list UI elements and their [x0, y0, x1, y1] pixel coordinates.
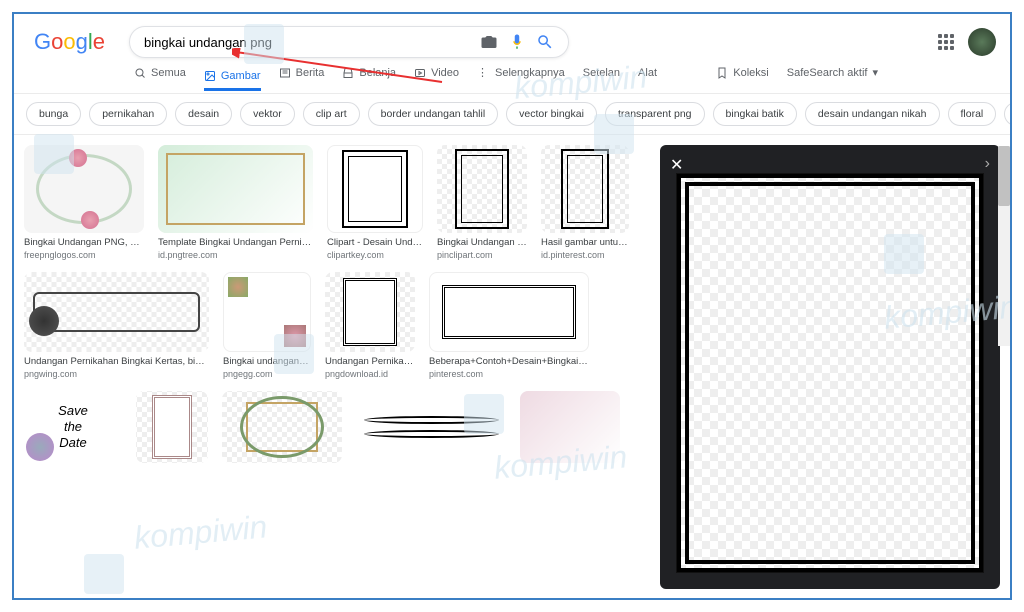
filter-chip[interactable]: pernikahan: [89, 102, 167, 126]
result-card[interactable]: Bingkai undangan pernika... pngegg.com: [223, 272, 311, 379]
collections-link[interactable]: Koleksi: [716, 67, 768, 85]
result-title: Undangan Pernikahan, Perb...: [325, 356, 415, 367]
tab-more[interactable]: ⋮Selengkapnya: [477, 66, 565, 85]
result-source: pngwing.com: [24, 369, 209, 379]
result-title: Bingkai Undangan Vector C...: [437, 237, 527, 248]
result-source: pinterest.com: [429, 369, 589, 379]
result-card[interactable]: Undangan Pernikahan, Perb... pngdownload…: [325, 272, 415, 379]
search-icon[interactable]: [536, 33, 554, 51]
filter-chip[interactable]: border undangan tahlil: [368, 102, 499, 126]
result-title: Clipart - Desain Undangan Png ...: [327, 237, 423, 248]
tab-images[interactable]: Gambar: [204, 70, 261, 91]
result-source: pinclipart.com: [437, 250, 527, 260]
filter-chip[interactable]: bunga: [26, 102, 81, 126]
result-card[interactable]: [136, 391, 208, 467]
result-card[interactable]: Undangan Pernikahan Bingkai Kertas, bing…: [24, 272, 209, 379]
result-card[interactable]: [356, 391, 506, 467]
tab-news[interactable]: Berita: [279, 67, 325, 85]
next-icon[interactable]: ›: [985, 155, 990, 173]
tab-shopping[interactable]: Belanja: [342, 67, 396, 85]
result-title: Bingkai undangan pernika...: [223, 356, 311, 367]
result-card[interactable]: [222, 391, 342, 467]
result-title: Beberapa+Contoh+Desain+Bingkai+Undangan+…: [429, 356, 589, 367]
chevron-down-icon: ▾: [872, 66, 878, 79]
google-logo[interactable]: Google: [34, 29, 105, 55]
filter-chip[interactable]: vektor: [240, 102, 295, 126]
filter-chip[interactable]: clip art: [303, 102, 360, 126]
filter-chip[interactable]: floral: [948, 102, 997, 126]
result-title: Bingkai Undangan PNG, Gambar Bo...: [24, 237, 144, 248]
safesearch-toggle[interactable]: SafeSearch aktif▾: [787, 66, 878, 85]
filter-chip-row: bunga pernikahan desain vektor clip art …: [14, 94, 1010, 135]
tab-video[interactable]: Video: [414, 67, 459, 85]
filter-chip[interactable]: undangan walimatul: [1004, 102, 1010, 126]
preview-image[interactable]: [676, 173, 984, 573]
result-title: Template Bingkai Undangan Pernikahan, ..…: [158, 237, 313, 248]
filter-chip[interactable]: vector bingkai: [506, 102, 597, 126]
result-title: Undangan Pernikahan Bingkai Kertas, bing…: [24, 356, 209, 367]
search-bar[interactable]: [129, 26, 569, 58]
filter-chip[interactable]: desain: [175, 102, 232, 126]
apps-icon[interactable]: [938, 34, 954, 50]
result-card[interactable]: [520, 391, 620, 467]
result-source: pngegg.com: [223, 369, 311, 379]
camera-icon[interactable]: [480, 33, 498, 51]
result-source: freepnglogos.com: [24, 250, 144, 260]
filter-chip[interactable]: bingkai batik: [713, 102, 797, 126]
result-title: Hasil gambar untuk bingka...: [541, 237, 629, 248]
tab-all[interactable]: Semua: [134, 67, 186, 85]
result-source: id.pngtree.com: [158, 250, 313, 260]
filter-chip[interactable]: transparent png: [605, 102, 705, 126]
search-input[interactable]: [144, 35, 470, 50]
filter-chip[interactable]: desain undangan nikah: [805, 102, 940, 126]
result-card[interactable]: Bingkai Undangan Vector C... pinclipart.…: [437, 145, 527, 260]
result-card[interactable]: Template Bingkai Undangan Pernikahan, ..…: [158, 145, 313, 260]
result-source: pngdownload.id: [325, 369, 415, 379]
mic-icon[interactable]: [508, 33, 526, 51]
close-icon[interactable]: ✕: [670, 155, 683, 175]
avatar[interactable]: [968, 28, 996, 56]
result-card[interactable]: Beberapa+Contoh+Desain+Bingkai+Undangan+…: [429, 272, 589, 379]
image-preview-panel: ✕ ›: [660, 145, 1000, 589]
result-source: clipartkey.com: [327, 250, 423, 260]
tab-tools[interactable]: Alat: [638, 67, 657, 85]
tab-settings[interactable]: Setelan: [583, 67, 620, 85]
result-card[interactable]: Hasil gambar untuk bingka... id.pinteres…: [541, 145, 629, 260]
result-source: id.pinterest.com: [541, 250, 629, 260]
result-card[interactable]: Clipart - Desain Undangan Png ... clipar…: [327, 145, 423, 260]
scrollbar[interactable]: [998, 146, 1010, 346]
result-card[interactable]: SavetheDate: [24, 391, 122, 467]
result-card[interactable]: Bingkai Undangan PNG, Gambar Bo... freep…: [24, 145, 144, 260]
